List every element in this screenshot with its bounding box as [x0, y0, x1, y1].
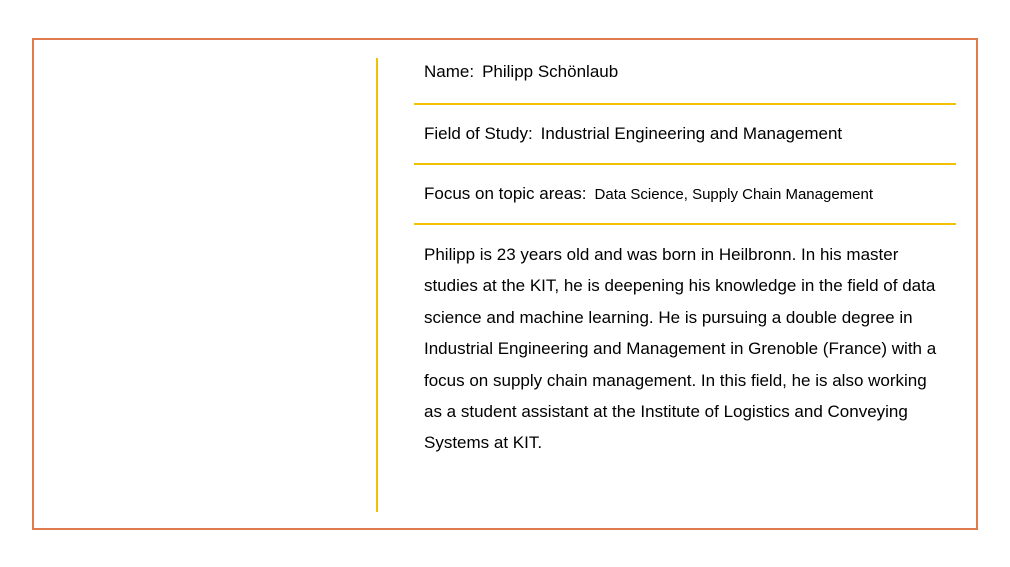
photo-placeholder: [34, 40, 376, 528]
profile-card: Name: Philipp Schönlaub Field of Study: …: [32, 38, 978, 530]
focus-value: Data Science, Supply Chain Management: [594, 185, 874, 203]
name-label: Name:: [424, 61, 475, 81]
vertical-divider: [376, 58, 378, 512]
bio-text: Philipp is 23 years old and was born in …: [424, 245, 937, 453]
name-value: Philipp Schönlaub: [482, 61, 619, 81]
name-row: Name: Philipp Schönlaub: [414, 40, 956, 105]
study-label: Field of Study:: [424, 124, 533, 143]
profile-info: Name: Philipp Schönlaub Field of Study: …: [414, 40, 956, 459]
study-row: Field of Study: Industrial Engineering a…: [414, 105, 956, 165]
study-value: Industrial Engineering and Management: [540, 124, 843, 143]
focus-row: Focus on topic areas: Data Science, Supp…: [414, 165, 956, 225]
focus-label: Focus on topic areas:: [424, 184, 587, 203]
